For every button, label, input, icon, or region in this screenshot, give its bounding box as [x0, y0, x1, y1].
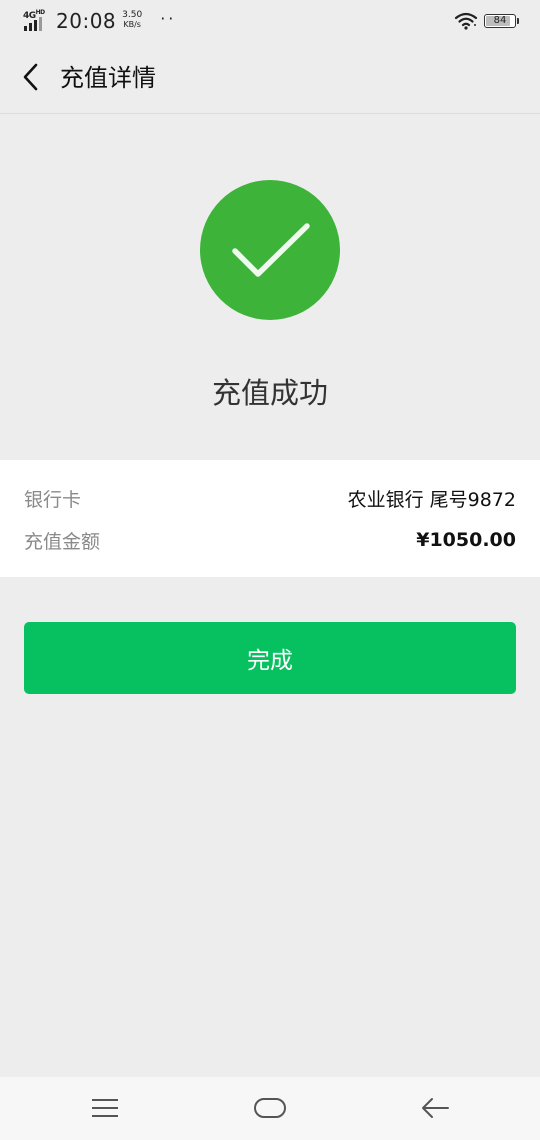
- nav-bar: 充值详情: [0, 40, 540, 114]
- back-button[interactable]: [10, 55, 50, 99]
- clock: 20:08: [56, 9, 117, 33]
- home-icon: [254, 1098, 286, 1118]
- chevron-left-icon: [23, 63, 38, 91]
- system-menu-button[interactable]: [85, 1093, 125, 1123]
- status-bar-right: 84: [454, 9, 519, 33]
- recharge-detail-page: 4GHD 20:08 3.50 KB/s ·· 84 充值详情 充值成功 银行卡…: [0, 0, 540, 1140]
- amount-value: ¥1050.00: [416, 529, 516, 551]
- system-back-button[interactable]: [415, 1093, 455, 1123]
- amount-label: 充值金额: [24, 530, 101, 553]
- system-nav-bar: [0, 1077, 540, 1140]
- detail-card: 银行卡 农业银行 尾号9872 充值金额 ¥1050.00: [0, 460, 540, 577]
- done-button-label: 完成: [247, 648, 293, 674]
- success-indicator: [200, 180, 340, 320]
- network-speed-value: 3.50: [122, 10, 143, 20]
- check-icon: [232, 223, 310, 277]
- menu-icon: [92, 1099, 118, 1117]
- battery-icon: 84: [484, 14, 519, 28]
- wifi-icon: [454, 12, 478, 30]
- arrow-left-icon: [422, 1098, 449, 1118]
- signal-icon: [24, 17, 42, 31]
- amount-row: 充值金额 ¥1050.00: [24, 525, 516, 555]
- network-speed-unit: KB/s: [123, 20, 141, 29]
- bank-card-value: 农业银行 尾号9872: [347, 488, 516, 511]
- network-speed: 3.50 KB/s: [122, 10, 143, 30]
- done-button[interactable]: 完成: [24, 622, 516, 694]
- bank-card-label: 银行卡: [24, 488, 82, 511]
- bank-card-row: 银行卡 农业银行 尾号9872: [24, 483, 516, 513]
- page-title: 充值详情: [60, 64, 156, 92]
- system-home-button[interactable]: [250, 1093, 290, 1123]
- status-bar: 4GHD 20:08 3.50 KB/s ·· 84: [0, 0, 540, 40]
- success-title: 充值成功: [211, 376, 328, 410]
- network-indicator: 4GHD: [22, 9, 50, 32]
- notification-dots-icon: ··: [160, 8, 177, 28]
- status-bar-left: 4GHD 20:08 3.50 KB/s ··: [22, 8, 176, 34]
- battery-level: 84: [493, 15, 507, 26]
